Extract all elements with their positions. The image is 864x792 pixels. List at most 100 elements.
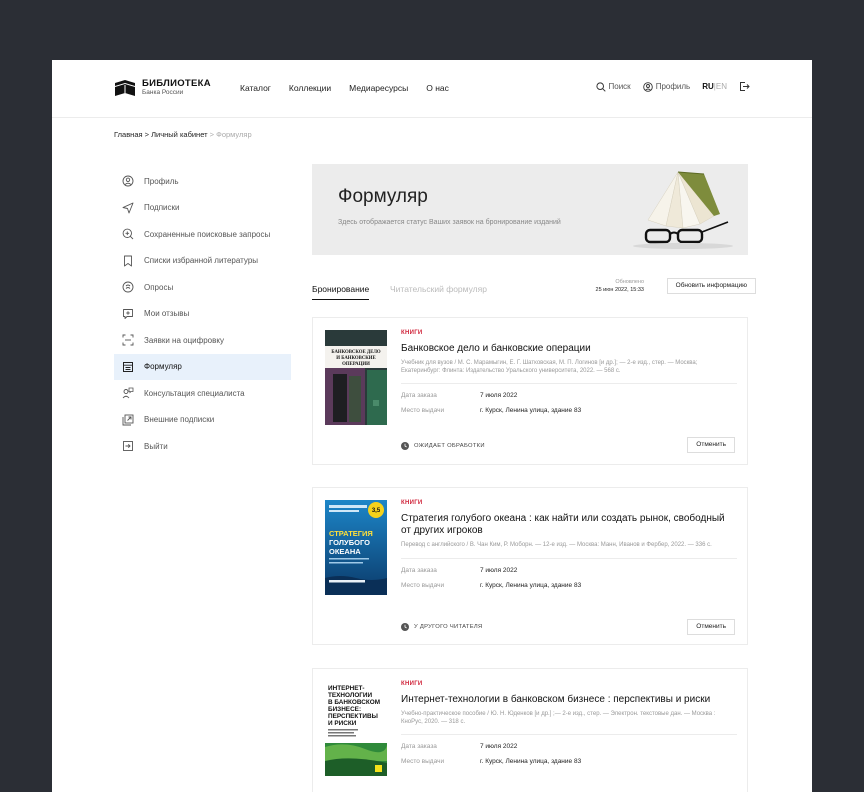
scan-icon: [122, 334, 134, 346]
order-date-value: 7 июля 2022: [480, 743, 518, 750]
card-type: КНИГИ: [401, 500, 423, 506]
order-date-label: Дата заказа: [401, 566, 437, 574]
book-cover-internet-tech: ИНТЕРНЕТ- ТЕХНОЛОГИИ В БАНКОВСКОМ БИЗНЕС…: [325, 681, 387, 776]
sidebar-item-label: Заявки на оцифровку: [144, 335, 224, 345]
send-icon: [122, 202, 134, 214]
updated-info: Обновлено 25 июн 2022, 15:33: [596, 278, 644, 294]
sidebar-item-external-subscriptions[interactable]: Внешние подписки: [114, 407, 291, 434]
main-nav: Каталог Коллекции Медиаресурсы О нас: [240, 83, 449, 93]
sidebar-item-label: Списки избранной литературы: [144, 256, 259, 266]
form-icon: [122, 361, 134, 373]
nav-media[interactable]: Медиаресурсы: [349, 83, 408, 93]
status-badge: У ДРУГОГО ЧИТАТЕЛЯ: [401, 623, 483, 631]
logout-icon: [122, 440, 134, 452]
breadcrumb-sep: >: [144, 130, 150, 139]
nav-about[interactable]: О нас: [426, 83, 449, 93]
card-divider: [401, 383, 737, 384]
svg-text:ОПЕРАЦИИ: ОПЕРАЦИИ: [342, 362, 370, 367]
status-badge: ОЖИДАЕТ ОБРАБОТКИ: [401, 442, 485, 450]
cancel-button[interactable]: Отменить: [687, 437, 735, 453]
breadcrumb: Главная > Личный кабинет > Формуляр: [114, 130, 252, 139]
clock-icon: [401, 442, 409, 450]
sidebar-item-logout[interactable]: Выйти: [114, 433, 291, 460]
sidebar-item-label: Сохраненные поисковые запросы: [144, 229, 271, 239]
svg-text:ГОЛУБОГО: ГОЛУБОГО: [329, 538, 370, 547]
sidebar-item-saved-searches[interactable]: Сохраненные поисковые запросы: [114, 221, 291, 248]
user-circle-icon: [642, 81, 653, 92]
breadcrumb-cabinet[interactable]: Личный кабинет: [151, 130, 207, 139]
sidebar-item-reviews[interactable]: Мои отзывы: [114, 301, 291, 328]
pickup-place-value: г. Курск, Ленина улица, здание 83: [480, 758, 582, 765]
refresh-button[interactable]: Обновить информацию: [666, 278, 756, 294]
sidebar-item-digitization[interactable]: Заявки на оцифровку: [114, 327, 291, 354]
order-date-row: Дата заказа 7 июля 2022: [401, 392, 737, 399]
pickup-place-label: Место выдачи: [401, 581, 445, 589]
status-text: У ДРУГОГО ЧИТАТЕЛЯ: [414, 624, 483, 630]
card-title[interactable]: Интернет-технологии в банковском бизнесе…: [401, 694, 737, 706]
lang-ru[interactable]: RU: [702, 82, 714, 91]
review-icon: [122, 308, 134, 320]
updated-label: Обновлено: [615, 279, 644, 285]
logout-icon[interactable]: [739, 81, 750, 92]
sidebar-item-polls[interactable]: Опросы: [114, 274, 291, 301]
page-title: Формуляр: [338, 186, 428, 207]
svg-text:3,5: 3,5: [372, 508, 381, 514]
svg-text:СТРАТЕГИЯ: СТРАТЕГИЯ: [329, 529, 373, 538]
logo-title: БИБЛИОТЕКА: [142, 78, 211, 89]
svg-text:БАНКОВСКОЕ ДЕЛО: БАНКОВСКОЕ ДЕЛО: [331, 350, 381, 355]
svg-text:ИНТЕРНЕТ-: ИНТЕРНЕТ-: [328, 685, 365, 692]
logo[interactable]: БИБЛИОТЕКА Банка России: [114, 79, 211, 97]
sidebar-item-subscriptions[interactable]: Подписки: [114, 195, 291, 222]
site-header: БИБЛИОТЕКА Банка России Каталог Коллекци…: [52, 60, 812, 118]
search-button[interactable]: Поиск: [595, 81, 631, 92]
order-date-label: Дата заказа: [401, 743, 437, 750]
sidebar-item-favorites[interactable]: Списки избранной литературы: [114, 248, 291, 275]
nav-catalog[interactable]: Каталог: [240, 83, 271, 93]
clock-icon: [401, 623, 409, 631]
breadcrumb-home[interactable]: Главная: [114, 130, 143, 139]
sidebar-item-label: Профиль: [144, 176, 179, 186]
sidebar-item-consultation[interactable]: Консультация специалиста: [114, 380, 291, 407]
tab-booking[interactable]: Бронирование: [312, 284, 370, 300]
book-cover-blue-ocean: 3,5 СТРАТЕГИЯ ГОЛУБОГО ОКЕАНА: [325, 500, 387, 595]
lang-en[interactable]: EN: [716, 82, 727, 91]
order-date-row: Дата заказа 7 июля 2022: [401, 743, 737, 750]
sidebar-item-profile[interactable]: Профиль: [114, 168, 291, 195]
sidebar-item-label: Формуляр: [144, 362, 182, 372]
svg-text:БИЗНЕСЕ:: БИЗНЕСЕ:: [328, 706, 361, 713]
booking-card: 3,5 СТРАТЕГИЯ ГОЛУБОГО ОКЕАНА КНИГИ Стра…: [312, 487, 748, 645]
language-switch[interactable]: RU|EN: [702, 82, 727, 91]
breadcrumb-current: Формуляр: [216, 130, 252, 139]
pickup-place-label: Место выдачи: [401, 758, 445, 765]
pickup-place-row: Место выдачи г. Курск, Ленина улица, здан…: [401, 758, 737, 765]
sidebar-item-label: Консультация специалиста: [144, 388, 245, 398]
search-label: Поиск: [608, 82, 631, 91]
pickup-place-value: г. Курск, Ленина улица, здание 83: [480, 581, 582, 589]
status-text: ОЖИДАЕТ ОБРАБОТКИ: [414, 443, 485, 449]
user-icon: [122, 175, 134, 187]
search-icon: [595, 81, 606, 92]
card-info: КНИГИ Стратегия голубого океана : как на…: [401, 500, 737, 589]
nav-collections[interactable]: Коллекции: [289, 83, 331, 93]
page-banner: Формуляр Здесь отображается статус Ваших…: [312, 164, 748, 255]
card-title[interactable]: Банковское дело и банковские операции: [401, 343, 737, 355]
profile-label: Профиль: [655, 82, 691, 91]
card-info: КНИГИ Интернет-технологии в банковском б…: [401, 681, 737, 765]
page-subtitle: Здесь отображается статус Ваших заявок н…: [338, 219, 561, 226]
card-title[interactable]: Стратегия голубого океана : как найти ил…: [401, 513, 737, 537]
tab-reader-form[interactable]: Читательский формуляр: [390, 284, 487, 294]
sidebar-item-label: Внешние подписки: [144, 415, 215, 425]
order-date-label: Дата заказа: [401, 392, 437, 399]
cancel-button[interactable]: Отменить: [687, 619, 735, 635]
page: БИБЛИОТЕКА Банка России Каталог Коллекци…: [52, 60, 812, 792]
bookmark-icon: [122, 255, 134, 267]
header-actions: Поиск Профиль RU|EN: [595, 81, 750, 92]
sidebar-item-form[interactable]: Формуляр: [114, 353, 291, 380]
svg-text:ПЕРСПЕКТИВЫ: ПЕРСПЕКТИВЫ: [328, 713, 378, 720]
pickup-place-row: Место выдачи г. Курск, Ленина улица, здан…: [401, 407, 737, 414]
profile-button[interactable]: Профиль: [642, 81, 691, 92]
sidebar-item-label: Подписки: [144, 203, 180, 213]
book-cover-banking: БАНКОВСКОЕ ДЕЛО И БАНКОВСКИЕ ОПЕРАЦИИ: [325, 330, 387, 425]
card-description: Учебник для вузов / М. С. Марамыгин, Е. …: [401, 360, 698, 374]
updated-date: 25 июн 2022, 15:33: [595, 287, 644, 293]
